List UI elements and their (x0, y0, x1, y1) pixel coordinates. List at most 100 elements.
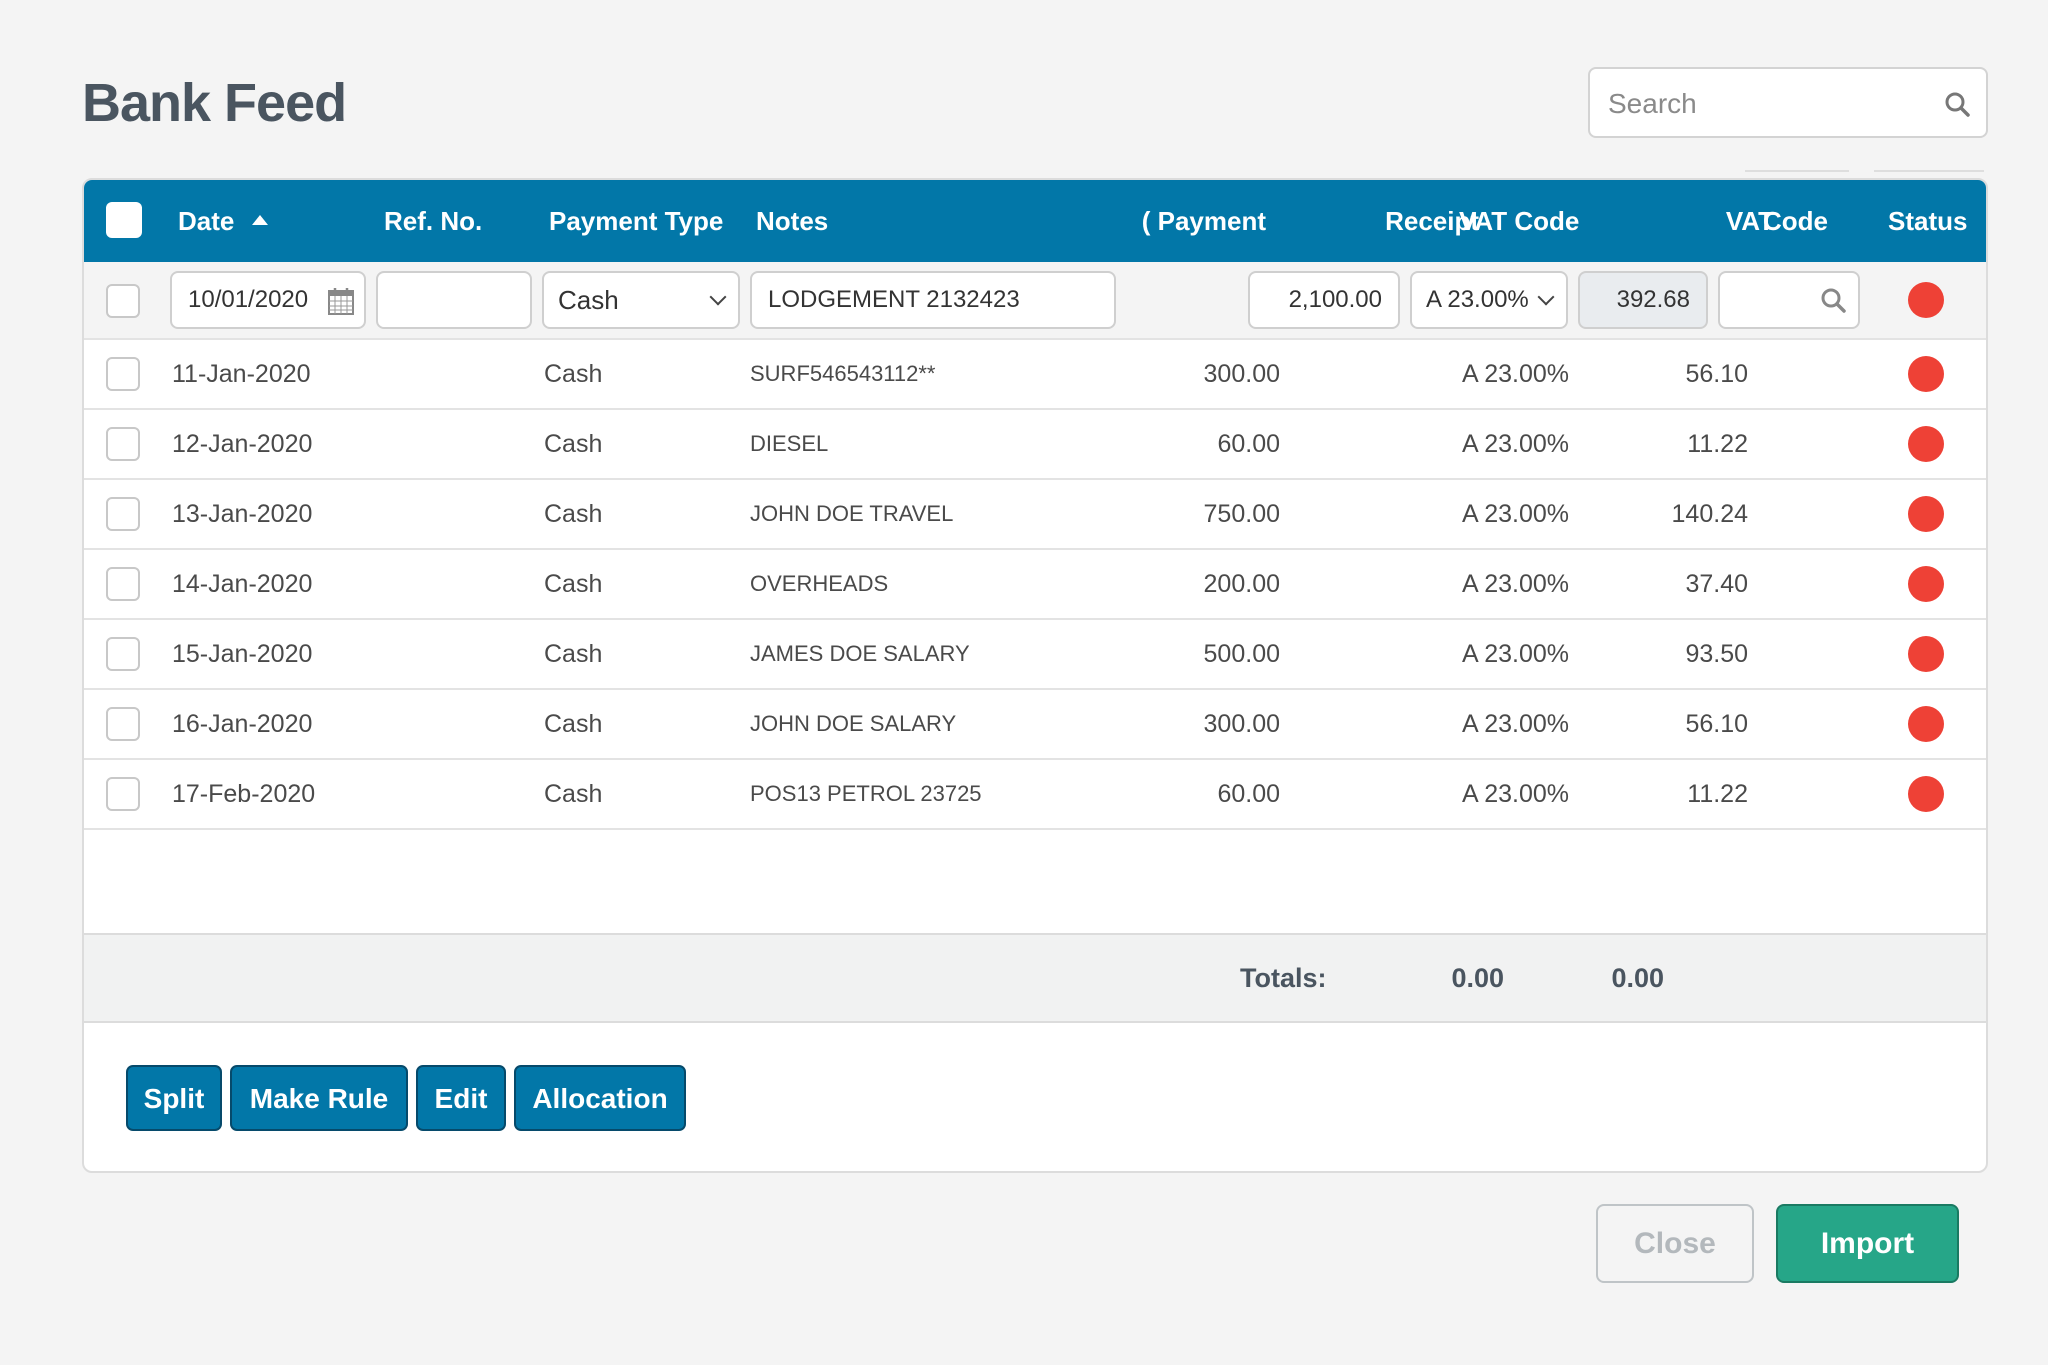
cell-receipt (1284, 620, 1394, 688)
row-checkbox[interactable] (106, 427, 140, 461)
cell-payment-type: Cash (544, 780, 603, 808)
column-header-ref-no[interactable]: Ref. No. (384, 180, 482, 262)
cell-notes: OVERHEADS (750, 571, 889, 596)
status-indicator (1908, 496, 1944, 532)
calendar-icon[interactable] (328, 287, 354, 315)
code-lookup-input[interactable] (1718, 271, 1860, 329)
column-header-code[interactable]: Code (1763, 180, 1828, 262)
cell-notes: JOHN DOE SALARY (750, 711, 957, 736)
table-row[interactable]: 11-Jan-2020 Cash SURF546543112** 300.00 A 23… (84, 340, 1986, 410)
status-indicator (1908, 706, 1944, 742)
vat-code-select[interactable]: A 23.00% (1410, 271, 1568, 329)
vat-code-value: A 23.00% (1426, 286, 1529, 313)
payment-type-value: Cash (558, 285, 619, 315)
payment-type-select[interactable]: Cash (542, 271, 740, 329)
status-indicator (1908, 282, 1944, 318)
cell-receipt (1284, 760, 1394, 828)
cell-payment: 200.00 (1203, 570, 1280, 598)
cell-notes: POS13 PETROL 23725 (750, 781, 982, 806)
cell-payment-type: Cash (544, 430, 603, 458)
cell-vat: 56.10 (1685, 710, 1748, 738)
table-row[interactable]: 17-Feb-2020 Cash POS13 PETROL 23725 60.00 A … (84, 760, 1986, 830)
column-header-vat[interactable]: VAT (1644, 180, 1774, 262)
cell-vat: 140.24 (1671, 500, 1748, 528)
table-row[interactable]: 16-Jan-2020 Cash JOHN DOE SALARY 300.00 A 23… (84, 690, 1986, 760)
column-header-notes[interactable]: Notes (756, 180, 828, 262)
allocation-button[interactable]: Allocation (514, 1065, 686, 1131)
column-header-receipt[interactable]: Receipt (1309, 180, 1479, 262)
cell-payment-type: Cash (544, 500, 603, 528)
cell-vat-code: A 23.00% (1462, 640, 1570, 668)
row-checkbox[interactable] (106, 497, 140, 531)
search-input[interactable] (1606, 69, 1930, 138)
cell-payment-type: Cash (544, 570, 603, 598)
make-rule-button[interactable]: Make Rule (230, 1065, 408, 1131)
cell-date: 15-Jan-2020 (172, 640, 313, 668)
cell-vat-code: A 23.00% (1462, 780, 1570, 808)
cell-vat: 11.22 (1687, 780, 1748, 808)
sort-ascending-icon (252, 215, 269, 226)
column-header-vat-code[interactable]: VAT Code (1459, 180, 1579, 262)
ref-no-input[interactable] (376, 271, 532, 329)
divider (1745, 170, 1849, 172)
status-indicator (1908, 636, 1944, 672)
row-checkbox[interactable] (106, 637, 140, 671)
cell-vat: 56.10 (1685, 360, 1748, 388)
cell-notes: JAMES DOE SALARY (750, 641, 970, 666)
search-icon[interactable] (1944, 91, 1970, 117)
cell-vat-code: A 23.00% (1462, 710, 1570, 738)
cell-vat: 93.50 (1685, 640, 1748, 668)
cell-receipt (1284, 550, 1394, 618)
cell-date: 12-Jan-2020 (172, 430, 313, 458)
notes-input[interactable]: LODGEMENT 2132423 (750, 271, 1116, 329)
column-header-payment[interactable]: ( Payment (1114, 180, 1266, 262)
edit-row: 10/01/2020 Cash LODGEMENT 2132423 2,100.… (84, 262, 1986, 340)
split-button[interactable]: Split (126, 1065, 222, 1131)
status-indicator (1908, 356, 1944, 392)
edit-button[interactable]: Edit (416, 1065, 506, 1131)
row-checkbox[interactable] (106, 567, 140, 601)
totals-bar: Totals: 0.00 0.00 (84, 933, 1986, 1023)
import-button[interactable]: Import (1776, 1204, 1959, 1283)
cell-payment: 60.00 (1217, 780, 1280, 808)
cell-payment: 300.00 (1203, 360, 1280, 388)
cell-vat-code: A 23.00% (1462, 500, 1570, 528)
cell-receipt (1284, 410, 1394, 478)
receipt-input[interactable]: 2,100.00 (1248, 271, 1400, 329)
chevron-down-icon (1537, 288, 1555, 306)
close-button[interactable]: Close (1596, 1204, 1754, 1283)
cell-vat-code: A 23.00% (1462, 570, 1570, 598)
status-indicator (1908, 426, 1944, 462)
date-input[interactable]: 10/01/2020 (170, 271, 366, 329)
cell-receipt (1284, 340, 1394, 408)
column-header-date[interactable]: Date (178, 180, 269, 262)
status-indicator (1908, 566, 1944, 602)
table-row[interactable]: 13-Jan-2020 Cash JOHN DOE TRAVEL 750.00 A 23… (84, 480, 1986, 550)
select-all-checkbox[interactable] (106, 202, 142, 238)
bank-feed-table: Date Ref. No. Payment Type Notes ( Payme… (82, 178, 1988, 1173)
search-box[interactable] (1588, 67, 1988, 138)
row-checkbox[interactable] (106, 777, 140, 811)
table-row[interactable]: 12-Jan-2020 Cash DIESEL 60.00 A 23.00% 11.22 (84, 410, 1986, 480)
row-checkbox[interactable] (106, 707, 140, 741)
cell-vat-code: A 23.00% (1462, 360, 1570, 388)
table-header: Date Ref. No. Payment Type Notes ( Payme… (84, 180, 1986, 262)
row-checkbox[interactable] (106, 284, 140, 318)
totals-label: Totals: (1240, 963, 1327, 993)
divider (1874, 170, 1984, 172)
row-checkbox[interactable] (106, 357, 140, 391)
cell-payment-type: Cash (544, 710, 603, 738)
column-header-payment-type[interactable]: Payment Type (549, 180, 723, 262)
cell-receipt (1284, 690, 1394, 758)
cell-vat: 11.22 (1687, 430, 1748, 458)
cell-receipt (1284, 480, 1394, 548)
table-row[interactable]: 15-Jan-2020 Cash JAMES DOE SALARY 500.00 A 2… (84, 620, 1986, 690)
cell-payment: 500.00 (1203, 640, 1280, 668)
column-header-status[interactable]: Status (1888, 180, 1967, 262)
total-payment: 0.00 (1451, 963, 1504, 993)
search-icon[interactable] (1820, 287, 1846, 313)
date-value: 10/01/2020 (188, 286, 309, 313)
cell-notes: SURF546543112** (750, 361, 936, 386)
table-row[interactable]: 14-Jan-2020 Cash OVERHEADS 200.00 A 23.00% 37… (84, 550, 1986, 620)
cell-date: 13-Jan-2020 (172, 500, 313, 528)
